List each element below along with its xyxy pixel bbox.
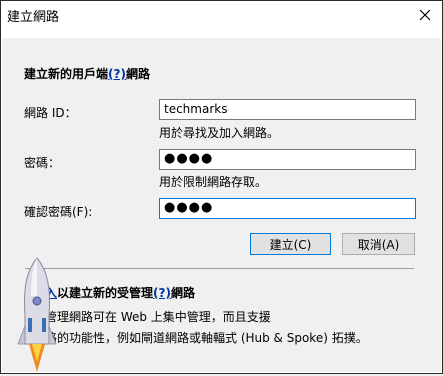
password-label: 密碼： xyxy=(24,156,61,170)
network-id-input[interactable]: techmarks xyxy=(159,99,416,120)
title-bar: 建立網路 xyxy=(1,1,442,29)
managed-description-line-1: 受管理網路可在 Web 上集中管理，而且支援 xyxy=(33,310,271,324)
section-heading-client: 建立新的用戶端(?)網路 xyxy=(24,65,150,82)
rocket-icon xyxy=(17,257,57,372)
managed-description-line-2: 網路的功能性，例如閘道網路或軸輻式 (Hub & Spoke) 拓撲。 xyxy=(33,331,368,345)
create-button[interactable]: 建立(C) xyxy=(250,233,331,255)
managed-description: 受管理網路可在 Web 上集中管理，而且支援 網路的功能性，例如閘道網路或軸輻式… xyxy=(33,307,368,349)
dialog-window: 建立網路 建立新的用戶端(?)網路 網路 ID： techmarks 用於尋找及… xyxy=(0,0,443,374)
dialog-body: 建立新的用戶端(?)網路 網路 ID： techmarks 用於尋找及加入網路。… xyxy=(2,30,441,372)
password-input[interactable]: ●●●● xyxy=(159,149,416,170)
managed-heading-suffix: 網路 xyxy=(170,286,195,300)
help-link-client[interactable]: (?) xyxy=(108,67,126,81)
password-hint: 用於限制網路存取。 xyxy=(159,175,268,189)
window-title: 建立網路 xyxy=(7,10,60,25)
network-id-hint: 用於尋找及加入網路。 xyxy=(159,126,280,140)
managed-heading-text: 以建立新的受管理 xyxy=(57,286,154,300)
heading-text-suffix: 網路 xyxy=(125,67,150,81)
header-strip xyxy=(2,30,441,38)
section-divider xyxy=(25,268,414,269)
confirm-password-input[interactable]: ●●●● xyxy=(159,198,416,219)
cancel-button[interactable]: 取消(A) xyxy=(342,233,415,255)
close-icon xyxy=(419,9,431,21)
help-link-managed[interactable]: (?) xyxy=(153,286,171,300)
section-heading-managed: 按入以建立新的受管理(?)網路 xyxy=(33,284,195,301)
heading-text: 建立新的用戶端 xyxy=(24,67,109,81)
close-button[interactable] xyxy=(414,4,436,26)
network-id-label: 網路 ID： xyxy=(24,106,77,120)
confirm-password-label: 確認密碼(F): xyxy=(24,205,93,219)
